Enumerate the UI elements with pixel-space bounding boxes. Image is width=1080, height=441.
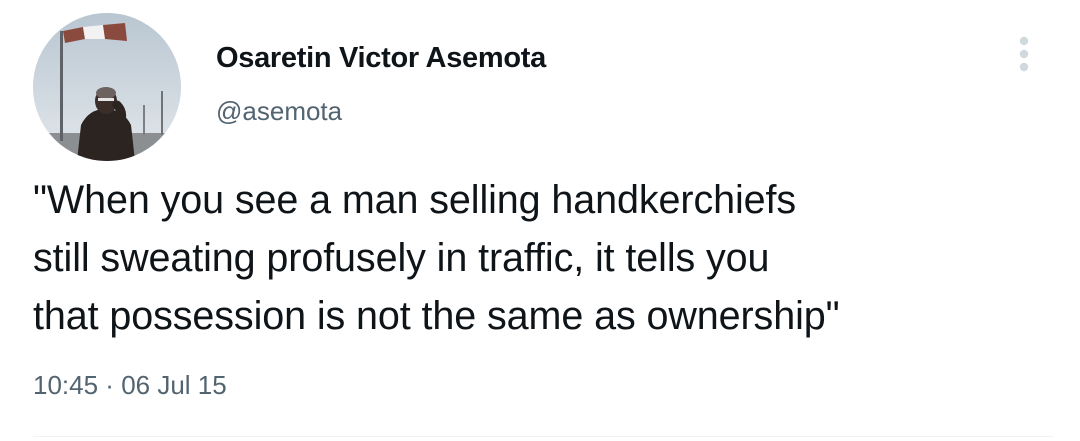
tweet-meta: 10:45 · 06 Jul 15 [33,370,227,401]
more-vertical-icon [1019,36,1029,72]
meta-separator: · [98,370,122,400]
tweet-text: "When you see a man selling handkerchief… [33,178,840,338]
avatar-photo [33,13,181,161]
tweet-date[interactable]: 06 Jul 15 [121,370,227,400]
avatar[interactable] [33,13,181,161]
divider [33,436,1053,437]
more-options-button[interactable] [1008,34,1040,74]
user-handle[interactable]: @asemota [216,96,342,127]
tweet-time[interactable]: 10:45 [33,370,98,400]
display-name[interactable]: Osaretin Victor Asemota [216,42,546,75]
